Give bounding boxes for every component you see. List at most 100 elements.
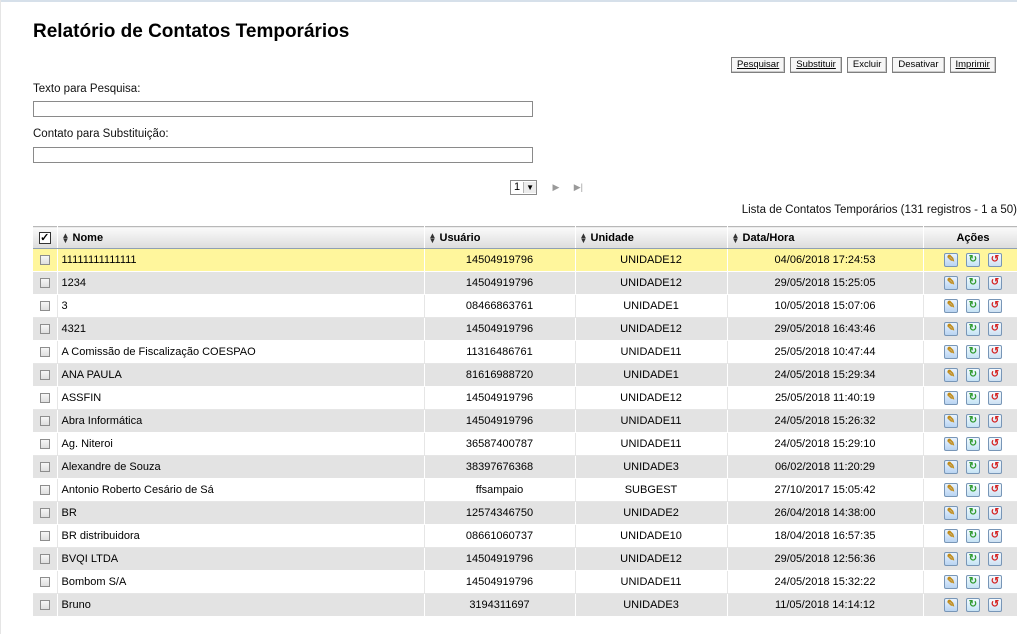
delete-icon[interactable]: ↺ <box>988 598 1002 612</box>
row-checkbox[interactable] <box>39 347 50 358</box>
activate-icon[interactable]: ↻ <box>966 253 980 267</box>
page-select[interactable]: 1 ▼ <box>510 180 538 195</box>
table-row[interactable]: BR distribuidora 08661060737 UNIDADE10 18/0… <box>33 524 1017 548</box>
delete-icon[interactable]: ↺ <box>988 345 1002 359</box>
select-all-header[interactable]: ✓ <box>33 226 58 249</box>
delete-icon[interactable]: ↺ <box>988 414 1002 428</box>
edit-icon[interactable]: ✎ <box>944 345 958 359</box>
table-row[interactable]: Bruno 3194311697 UNIDADE3 11/05/2018 14:14:… <box>33 593 1017 617</box>
row-select-cell[interactable] <box>33 478 58 502</box>
row-select-cell[interactable] <box>33 317 58 341</box>
delete-icon[interactable]: ↺ <box>988 276 1002 290</box>
row-checkbox[interactable] <box>39 278 50 289</box>
edit-icon[interactable]: ✎ <box>944 253 958 267</box>
delete-icon[interactable]: ↺ <box>988 483 1002 497</box>
table-row[interactable]: ANA PAULA 81616988720 UNIDADE1 24/05/2018 1… <box>33 363 1017 387</box>
search-button[interactable]: Pesquisar <box>731 57 786 73</box>
activate-icon[interactable]: ↻ <box>966 345 980 359</box>
column-header-unit[interactable]: ▲ ▼ Unidade <box>575 226 728 249</box>
delete-icon[interactable]: ↺ <box>988 253 1002 267</box>
row-select-cell[interactable] <box>33 547 58 571</box>
table-row[interactable]: ASSFIN 14504919796 UNIDADE12 25/05/2018 11:… <box>33 386 1017 410</box>
replace-contact-input[interactable] <box>33 147 533 163</box>
row-select-cell[interactable] <box>33 386 58 410</box>
edit-icon[interactable]: ✎ <box>944 529 958 543</box>
table-row[interactable]: BR 12574346750 UNIDADE2 26/04/2018 14:38:00… <box>33 501 1017 525</box>
row-checkbox[interactable] <box>39 531 50 542</box>
activate-icon[interactable]: ↻ <box>966 414 980 428</box>
delete-icon[interactable]: ↺ <box>988 368 1002 382</box>
row-select-cell[interactable] <box>33 294 58 318</box>
last-page-icon[interactable]: ▶| <box>574 180 583 195</box>
row-checkbox[interactable] <box>39 439 50 450</box>
deactivate-button[interactable]: Desativar <box>892 57 945 73</box>
activate-icon[interactable]: ↻ <box>966 483 980 497</box>
activate-icon[interactable]: ↻ <box>966 506 980 520</box>
row-checkbox[interactable] <box>39 600 50 611</box>
row-select-cell[interactable] <box>33 271 58 295</box>
activate-icon[interactable]: ↻ <box>966 460 980 474</box>
table-row[interactable]: Alexandre de Souza 38397676368 UNIDADE3 06/… <box>33 455 1017 479</box>
activate-icon[interactable]: ↻ <box>966 322 980 336</box>
next-page-icon[interactable]: ▶ <box>552 180 559 195</box>
delete-icon[interactable]: ↺ <box>988 322 1002 336</box>
edit-icon[interactable]: ✎ <box>944 368 958 382</box>
row-checkbox[interactable] <box>39 485 50 496</box>
row-checkbox[interactable] <box>39 393 50 404</box>
table-row[interactable]: BVQI LTDA 14504919796 UNIDADE12 29/05/2018 … <box>33 547 1017 571</box>
activate-icon[interactable]: ↻ <box>966 575 980 589</box>
row-select-cell[interactable] <box>33 455 58 479</box>
edit-icon[interactable]: ✎ <box>944 276 958 290</box>
table-row[interactable]: Abra Informática 14504919796 UNIDADE11 24/0… <box>33 409 1017 433</box>
column-header-datetime[interactable]: ▲ ▼ Data/Hora <box>727 226 924 249</box>
row-checkbox[interactable] <box>39 508 50 519</box>
delete-icon[interactable]: ↺ <box>988 437 1002 451</box>
delete-icon[interactable]: ↺ <box>988 299 1002 313</box>
row-select-cell[interactable] <box>33 340 58 364</box>
edit-icon[interactable]: ✎ <box>944 598 958 612</box>
edit-icon[interactable]: ✎ <box>944 552 958 566</box>
delete-icon[interactable]: ↺ <box>988 391 1002 405</box>
row-checkbox[interactable] <box>39 462 50 473</box>
column-header-user[interactable]: ▲ ▼ Usuário <box>424 226 576 249</box>
edit-icon[interactable]: ✎ <box>944 575 958 589</box>
row-checkbox[interactable] <box>39 554 50 565</box>
row-select-cell[interactable] <box>33 248 58 272</box>
activate-icon[interactable]: ↻ <box>966 598 980 612</box>
table-row[interactable]: A Comissão de Fiscalização COESPAO 113164… <box>33 340 1017 364</box>
table-row[interactable]: Antonio Roberto Cesário de Sá ffsampaio SU… <box>33 478 1017 502</box>
row-select-cell[interactable] <box>33 432 58 456</box>
delete-button[interactable]: Excluir <box>846 57 888 73</box>
row-checkbox[interactable] <box>39 255 50 266</box>
delete-icon[interactable]: ↺ <box>988 506 1002 520</box>
edit-icon[interactable]: ✎ <box>944 414 958 428</box>
edit-icon[interactable]: ✎ <box>944 322 958 336</box>
column-header-name[interactable]: ▲ ▼ Nome <box>57 226 425 249</box>
row-select-cell[interactable] <box>33 363 58 387</box>
activate-icon[interactable]: ↻ <box>966 391 980 405</box>
row-select-cell[interactable] <box>33 593 58 617</box>
activate-icon[interactable]: ↻ <box>966 552 980 566</box>
row-select-cell[interactable] <box>33 524 58 548</box>
row-select-cell[interactable] <box>33 409 58 433</box>
activate-icon[interactable]: ↻ <box>966 529 980 543</box>
delete-icon[interactable]: ↺ <box>988 529 1002 543</box>
row-checkbox[interactable] <box>39 577 50 588</box>
row-select-cell[interactable] <box>33 570 58 594</box>
table-row[interactable]: Ag. Niteroi 36587400787 UNIDADE11 24/05/201… <box>33 432 1017 456</box>
activate-icon[interactable]: ↻ <box>966 276 980 290</box>
edit-icon[interactable]: ✎ <box>944 483 958 497</box>
table-row[interactable]: 3 08466863761 UNIDADE1 10/05/2018 15:07:06 ✎… <box>33 294 1017 318</box>
table-row[interactable]: 4321 14504919796 UNIDADE12 29/05/2018 16:43… <box>33 317 1017 341</box>
row-checkbox[interactable] <box>39 301 50 312</box>
edit-icon[interactable]: ✎ <box>944 506 958 520</box>
delete-icon[interactable]: ↺ <box>988 460 1002 474</box>
table-row[interactable]: 11111111111111 14504919796 UNIDADE12 04/06/… <box>33 248 1017 272</box>
edit-icon[interactable]: ✎ <box>944 437 958 451</box>
row-select-cell[interactable] <box>33 501 58 525</box>
delete-icon[interactable]: ↺ <box>988 552 1002 566</box>
edit-icon[interactable]: ✎ <box>944 299 958 313</box>
activate-icon[interactable]: ↻ <box>966 299 980 313</box>
edit-icon[interactable]: ✎ <box>944 460 958 474</box>
table-row[interactable]: 1234 14504919796 UNIDADE12 29/05/2018 15:25… <box>33 271 1017 295</box>
